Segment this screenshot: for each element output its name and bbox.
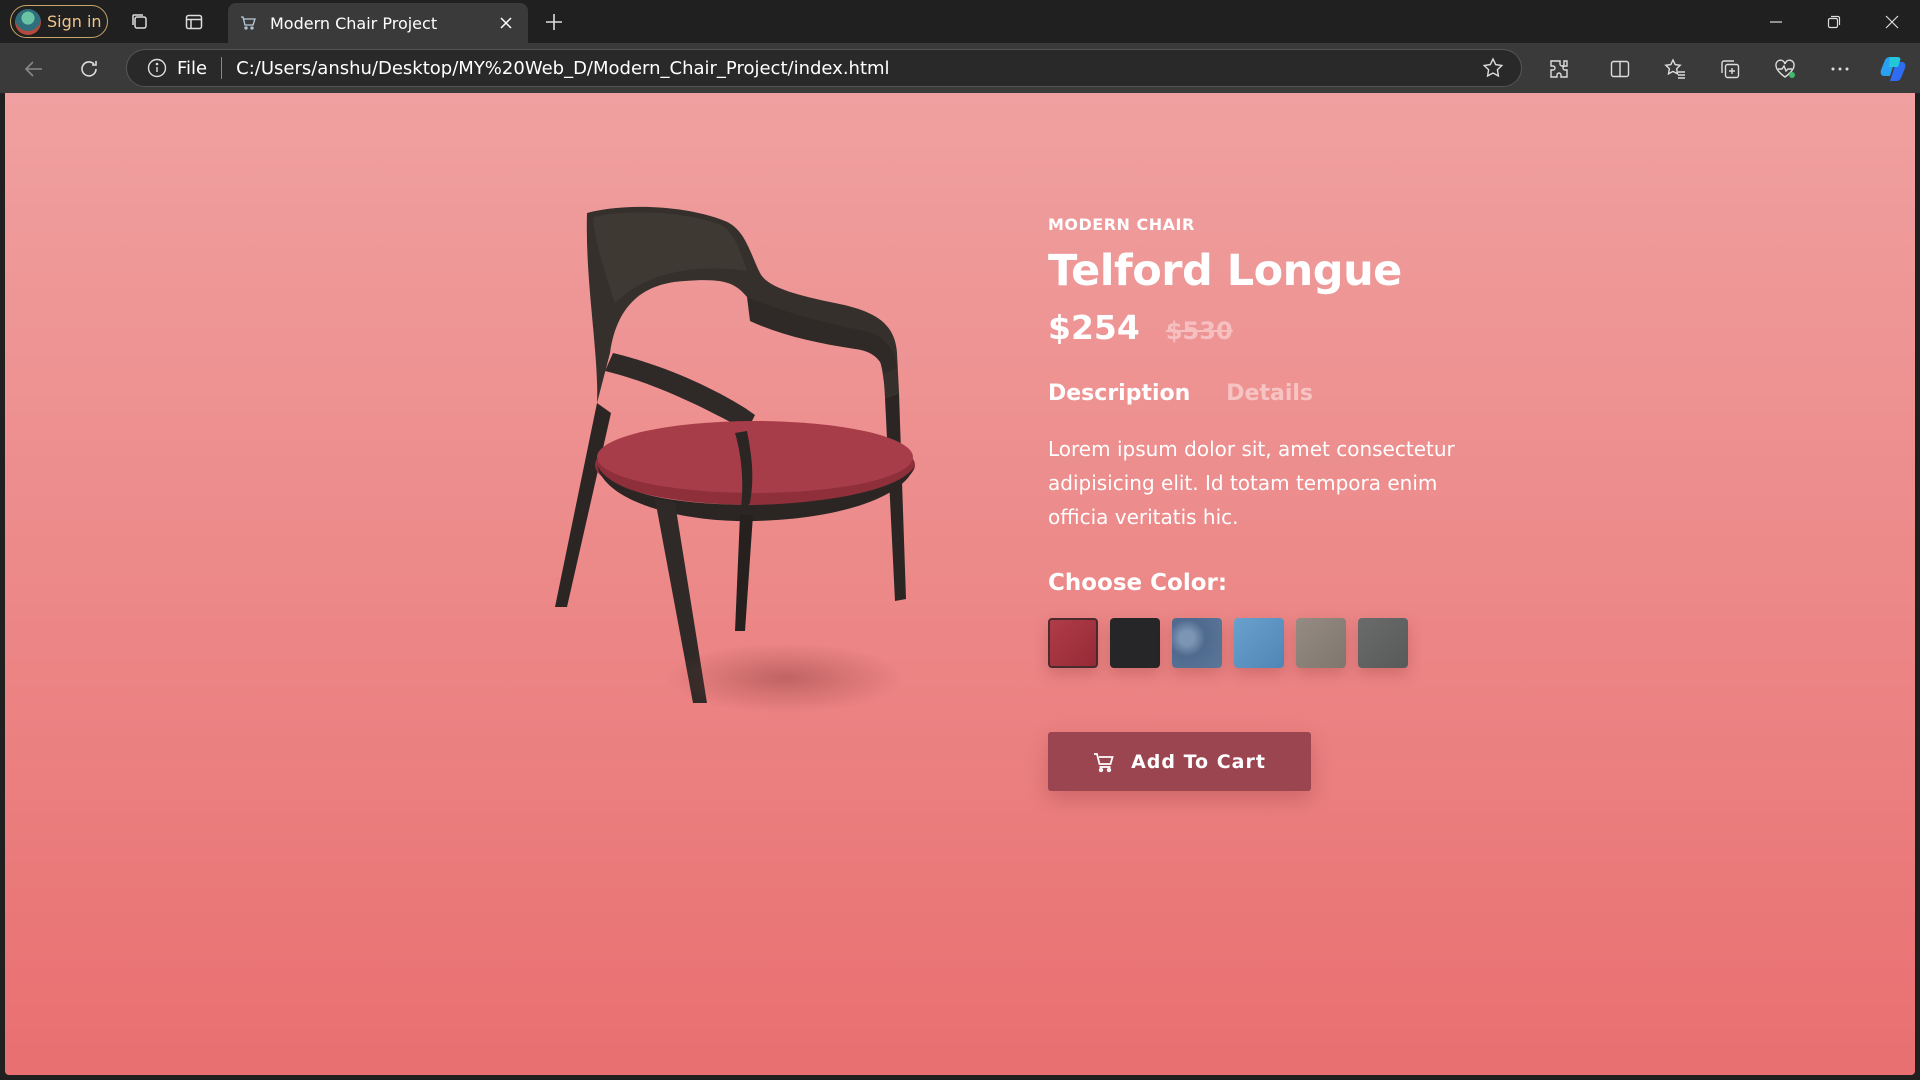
cart-icon	[1093, 751, 1115, 773]
swatch-light-blue[interactable]	[1234, 618, 1284, 668]
copilot-icon[interactable]	[1877, 53, 1909, 85]
current-price: $254	[1048, 308, 1140, 347]
address-separator	[221, 57, 223, 79]
workspaces-icon[interactable]	[126, 8, 154, 36]
cart-favicon-icon	[240, 15, 256, 31]
refresh-icon[interactable]	[73, 53, 105, 85]
url-text[interactable]: C:/Users/anshu/Desktop/MY%20Web_D/Modern…	[236, 58, 1481, 79]
restore-icon[interactable]	[1806, 0, 1862, 43]
swatch-grey[interactable]	[1358, 618, 1408, 668]
split-screen-icon[interactable]	[1606, 55, 1634, 83]
tab-details[interactable]: Details	[1226, 381, 1313, 406]
add-to-cart-label: Add To Cart	[1131, 750, 1266, 773]
back-arrow-icon[interactable]	[18, 53, 50, 85]
favorites-icon[interactable]	[1661, 55, 1689, 83]
tab-description[interactable]: Description	[1048, 381, 1190, 406]
swatch-red[interactable]	[1048, 618, 1098, 668]
product-page: MODERN CHAIR Telford Longue $254 $530 De…	[5, 93, 1915, 1075]
close-tab-icon[interactable]	[496, 13, 516, 33]
file-scheme-label: File	[177, 57, 208, 79]
favorite-star-icon[interactable]	[1481, 56, 1505, 80]
swatch-taupe[interactable]	[1296, 618, 1346, 668]
info-tabs: Description Details	[1048, 381, 1488, 406]
sign-in-label: Sign in	[47, 12, 102, 31]
browser-essentials-icon[interactable]	[1771, 55, 1799, 83]
browser-toolbar: File C:/Users/anshu/Desktop/MY%20Web_D/M…	[0, 43, 1920, 93]
tab-actions-icon[interactable]	[180, 8, 208, 36]
product-description: Lorem ipsum dolor sit, amet consectetur …	[1048, 437, 1455, 529]
browser-tab-active[interactable]: Modern Chair Project	[228, 3, 528, 43]
minimize-icon[interactable]	[1748, 0, 1804, 43]
product-category: MODERN CHAIR	[1048, 215, 1195, 234]
swatch-black[interactable]	[1110, 618, 1160, 668]
add-to-cart-button[interactable]: Add To Cart	[1048, 732, 1311, 791]
site-info-icon[interactable]	[147, 58, 167, 78]
more-options-icon[interactable]	[1826, 55, 1854, 83]
profile-avatar-icon	[15, 8, 41, 35]
chair-image	[535, 203, 955, 723]
browser-title-bar: Sign in Modern Chair Project	[0, 0, 1920, 43]
new-tab-icon[interactable]	[540, 8, 568, 36]
original-price: $530	[1165, 317, 1233, 345]
collections-icon[interactable]	[1716, 55, 1744, 83]
close-window-icon[interactable]	[1864, 0, 1920, 43]
color-swatches	[1048, 618, 1488, 668]
tab-title: Modern Chair Project	[270, 13, 438, 33]
chair-shadow	[665, 643, 905, 713]
product-info: MODERN CHAIR Telford Longue $254 $530 De…	[1048, 215, 1488, 791]
extensions-icon[interactable]	[1545, 55, 1573, 83]
swatch-denim[interactable]	[1172, 618, 1222, 668]
address-bar[interactable]: File C:/Users/anshu/Desktop/MY%20Web_D/M…	[126, 49, 1522, 87]
price-row: $254 $530	[1048, 308, 1488, 347]
sign-in-button[interactable]: Sign in	[10, 5, 108, 38]
choose-color-label: Choose Color:	[1048, 570, 1228, 596]
product-title: Telford Longue	[1048, 246, 1402, 296]
